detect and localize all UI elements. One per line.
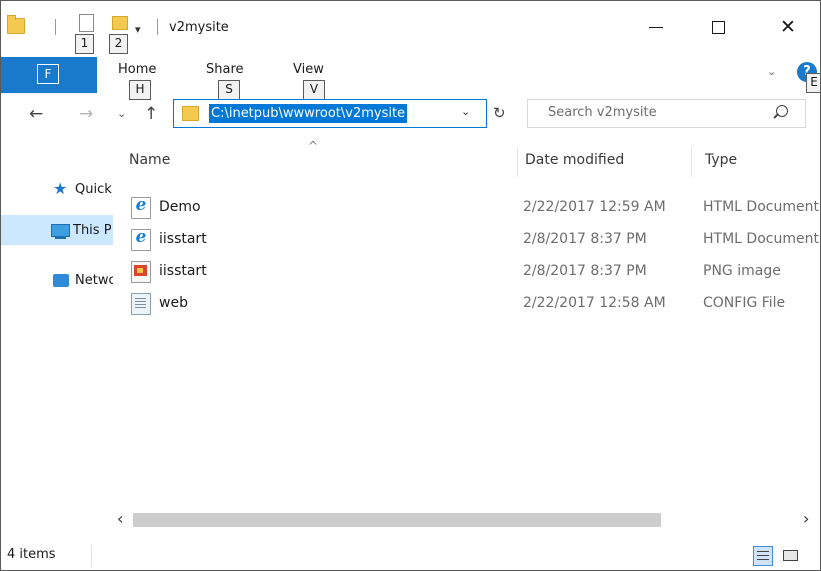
status-bar: 4 items	[1, 541, 820, 570]
column-header-name[interactable]: Name	[129, 152, 170, 168]
file-list: ^ Name Date modified Type e Demo 2/22/20…	[113, 137, 820, 510]
large-icons-view-icon[interactable]	[781, 547, 799, 563]
title-bar: 1 2 ▾ v2mysite ✕	[1, 1, 820, 57]
star-icon: ★	[53, 180, 68, 198]
search-box[interactable]: Search v2mysite	[527, 99, 806, 128]
file-name: iisstart	[159, 263, 207, 279]
folder-icon	[182, 106, 199, 121]
network-icon	[53, 274, 69, 287]
refresh-button[interactable]: ↻	[493, 104, 506, 122]
scroll-right-button[interactable]: ›	[803, 510, 809, 528]
navigation-pane: ★ Quick access This PC Network	[1, 137, 113, 541]
toolbar-separator	[55, 19, 56, 35]
properties-icon[interactable]	[79, 14, 94, 32]
column-divider[interactable]	[517, 147, 518, 177]
explorer-window: 1 2 ▾ v2mysite ✕ F Home H Share S View V…	[0, 0, 821, 571]
minimize-icon	[649, 27, 663, 28]
up-button[interactable]: ↑	[144, 104, 158, 124]
maximize-icon	[712, 21, 725, 34]
file-name: web	[159, 295, 188, 311]
forward-button[interactable]: →	[79, 104, 93, 124]
file-row[interactable]: e iisstart 2/8/2017 8:37 PM HTML Documen…	[113, 224, 820, 256]
file-date-modified: 2/8/2017 8:37 PM	[523, 263, 647, 279]
close-button[interactable]: ✕	[766, 15, 810, 41]
expand-ribbon-icon[interactable]: ⌄	[767, 65, 776, 78]
file-name: Demo	[159, 199, 201, 215]
nav-item-network[interactable]: Network	[53, 271, 113, 291]
customize-quick-access-button[interactable]: ▾	[135, 23, 141, 36]
keytip-help: E	[806, 73, 820, 93]
maximize-button[interactable]	[696, 15, 740, 41]
close-icon: ✕	[780, 16, 796, 38]
column-header-date-modified[interactable]: Date modified	[525, 152, 624, 168]
window-title: v2mysite	[169, 20, 229, 35]
png-file-icon	[131, 261, 151, 283]
recent-locations-button[interactable]: ⌄	[117, 107, 126, 120]
search-icon	[776, 105, 788, 117]
nav-item-label: This PC	[73, 223, 111, 238]
html-file-icon: e	[131, 229, 151, 251]
ribbon-tabs: F Home H Share S View V ⌄ ? E	[1, 57, 820, 100]
keytip-file: F	[37, 64, 59, 84]
file-type: PNG image	[703, 263, 781, 279]
item-count: 4 items	[7, 547, 56, 562]
search-input[interactable]: Search v2mysite	[548, 105, 657, 120]
file-date-modified: 2/8/2017 8:37 PM	[523, 231, 647, 247]
minimize-button[interactable]	[634, 15, 678, 41]
tab-home[interactable]: Home	[118, 62, 156, 77]
address-dropdown-button[interactable]: ⌄	[461, 105, 470, 118]
file-type: CONFIG File	[703, 295, 786, 311]
nav-item-quick-access[interactable]: ★ Quick access	[53, 180, 113, 200]
sort-indicator: ^	[308, 139, 319, 153]
file-type: HTML Document	[703, 199, 819, 215]
file-date-modified: 2/22/2017 12:59 AM	[523, 199, 666, 215]
config-file-icon	[131, 293, 151, 315]
folder-icon	[7, 15, 25, 34]
file-name: iisstart	[159, 231, 207, 247]
keytip-1: 1	[75, 34, 94, 54]
toolbar-separator	[157, 19, 158, 35]
tab-file[interactable]: F	[1, 57, 97, 93]
file-row[interactable]: iisstart 2/8/2017 8:37 PM PNG image	[113, 256, 820, 288]
nav-item-this-pc[interactable]: This PC	[51, 221, 111, 241]
new-folder-icon[interactable]	[112, 16, 128, 30]
scrollbar-thumb[interactable]	[133, 513, 661, 527]
file-type: HTML Document	[703, 231, 819, 247]
file-date-modified: 2/22/2017 12:58 AM	[523, 295, 666, 311]
column-divider[interactable]	[691, 147, 692, 177]
scroll-left-button[interactable]: ‹	[117, 510, 123, 528]
computer-icon	[51, 224, 70, 239]
status-divider	[91, 545, 92, 567]
tab-view[interactable]: View	[293, 62, 324, 77]
html-file-icon: e	[131, 197, 151, 219]
address-bar[interactable]: C:\inetpub\wwwroot\v2mysite ⌄	[173, 99, 487, 128]
tab-share[interactable]: Share	[206, 62, 244, 77]
file-row[interactable]: e Demo 2/22/2017 12:59 AM HTML Document	[113, 192, 820, 224]
file-row[interactable]: web 2/22/2017 12:58 AM CONFIG File	[113, 288, 820, 320]
back-button[interactable]: ←	[29, 104, 43, 124]
nav-item-label: Network	[75, 273, 113, 288]
horizontal-scrollbar[interactable]: ‹ ›	[113, 510, 820, 528]
address-input[interactable]: C:\inetpub\wwwroot\v2mysite	[209, 104, 408, 123]
nav-item-label: Quick access	[75, 182, 113, 197]
details-view-icon[interactable]	[753, 546, 773, 566]
column-header-type[interactable]: Type	[705, 152, 737, 168]
address-row: ← → ⌄ ↑ C:\inetpub\wwwroot\v2mysite ⌄ ↻ …	[1, 93, 820, 137]
keytip-2: 2	[109, 34, 128, 54]
